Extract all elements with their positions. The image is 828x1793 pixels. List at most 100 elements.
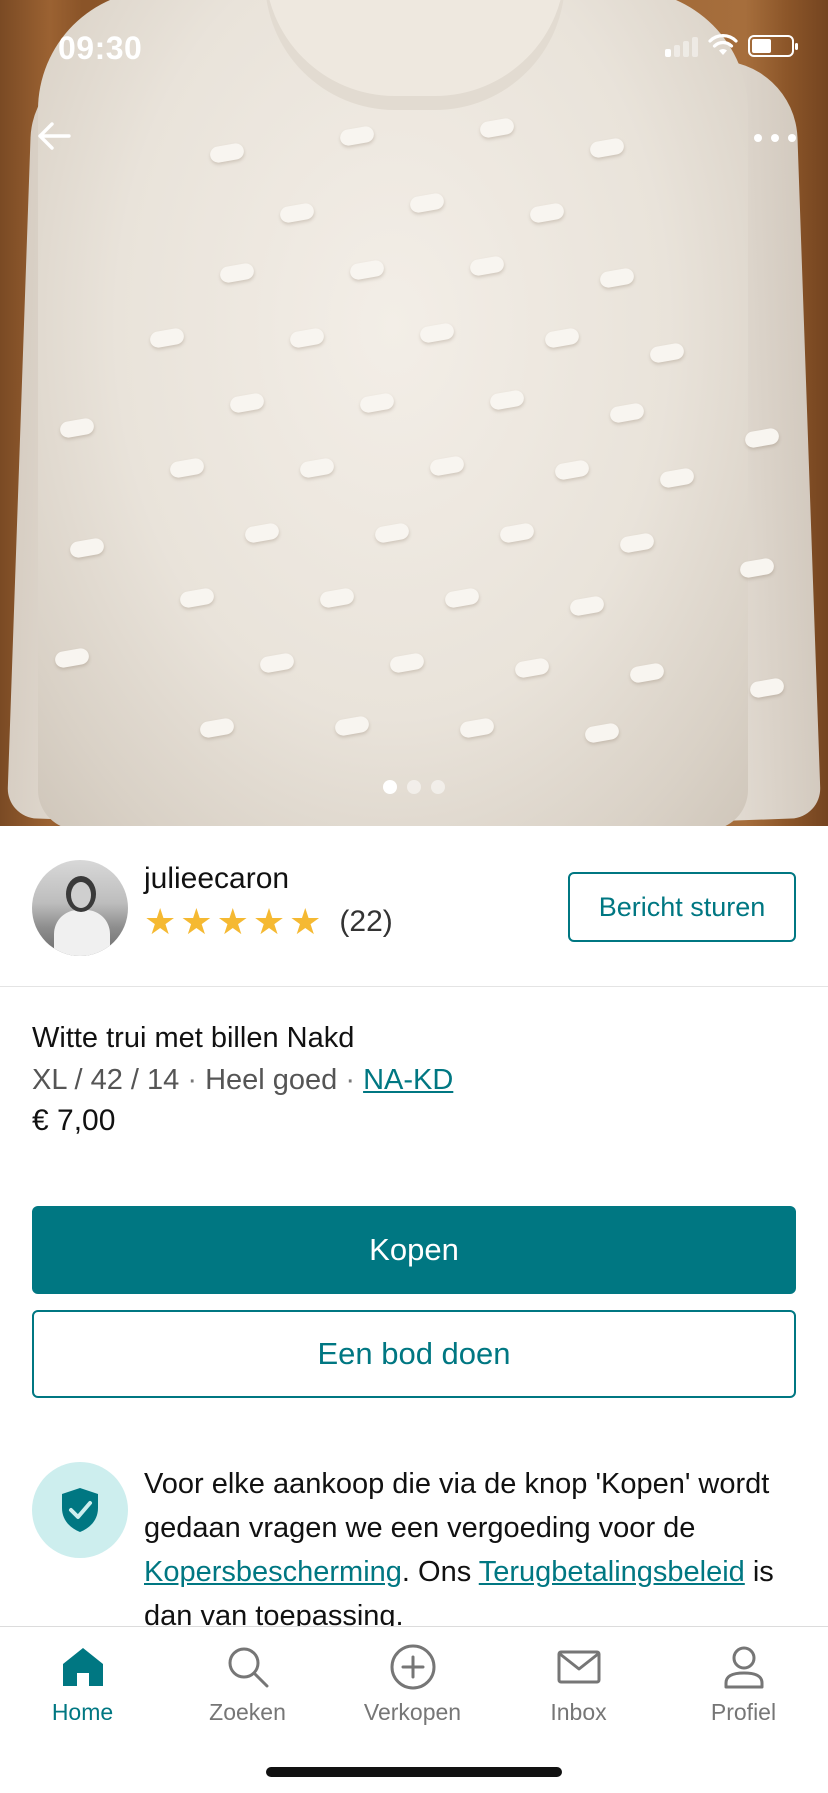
sweater-bobble (258, 652, 296, 674)
sweater-bobble (583, 722, 621, 744)
star-icon: ★ (216, 901, 249, 942)
sweater-bobble (358, 392, 396, 414)
sweater-bobble (568, 595, 606, 617)
sweater-bobble (168, 457, 206, 479)
sweater-bobble (333, 715, 371, 737)
seller-username[interactable]: julieecaron (144, 862, 289, 896)
sweater-bobble (198, 717, 236, 739)
pager-dot[interactable] (383, 780, 397, 794)
sweater-bobble (388, 652, 426, 674)
sweater-bobble (488, 389, 526, 411)
back-button[interactable] (30, 112, 78, 160)
sweater-bobble (148, 327, 186, 349)
separator: · (345, 1064, 356, 1096)
wifi-icon (708, 34, 738, 55)
battery-icon (748, 35, 798, 57)
sweater-bobble (513, 657, 551, 679)
item-price: € 7,00 (32, 1104, 116, 1137)
sweater-bobble (468, 255, 506, 277)
tab-sell[interactable]: Verkopen (330, 1627, 495, 1747)
item-condition: Heel goed (205, 1064, 338, 1096)
tab-label: Home (51, 1699, 114, 1725)
buyer-protection-link[interactable]: Kopersbescherming (144, 1556, 402, 1588)
search-icon (228, 1647, 268, 1688)
make-offer-button[interactable]: Een bod doen (32, 1310, 796, 1398)
sweater-bobble (743, 427, 781, 449)
pager-dot[interactable] (431, 780, 445, 794)
sweater-bobble (648, 342, 686, 364)
sweater-bobble (178, 587, 216, 609)
sweater-bobble (53, 647, 91, 669)
sweater-bobble (338, 125, 376, 147)
sweater-bobble (58, 417, 96, 439)
sweater-bobble (68, 537, 106, 559)
sweater-bobble (498, 522, 536, 544)
sweater-bobble (553, 459, 591, 481)
arrow-left-icon (38, 122, 71, 150)
tab-inbox[interactable]: Inbox (496, 1627, 661, 1747)
item-size: XL / 42 / 14 (32, 1064, 180, 1096)
refund-policy-link[interactable]: Terugbetalingsbeleid (479, 1556, 745, 1588)
seller-rating[interactable]: ★ ★ ★ ★ ★ (22) (144, 904, 393, 940)
sweater-bobble (318, 587, 356, 609)
sweater-bobble (528, 202, 566, 224)
sweater-bobble (243, 522, 281, 544)
sweater-bobble (373, 522, 411, 544)
star-icon: ★ (180, 901, 213, 942)
review-count: (22) (339, 905, 393, 938)
pager-dot[interactable] (407, 780, 421, 794)
item-meta: XL / 42 / 14 · Heel goed · NA-KD (32, 1064, 453, 1097)
tab-label: Verkopen (363, 1699, 462, 1725)
sweater-bobbles (0, 0, 828, 826)
sweater-bobble (443, 587, 481, 609)
status-icons (665, 34, 798, 58)
plus-circle-icon (390, 1644, 435, 1690)
user-icon (724, 1646, 763, 1689)
seller-row: julieecaron ★ ★ ★ ★ ★ (22) Bericht sture… (0, 826, 828, 987)
separator: · (187, 1064, 197, 1096)
buy-button[interactable]: Kopen (32, 1206, 796, 1294)
item-photo[interactable]: 09:30 (0, 0, 828, 826)
sweater-bobble (228, 392, 266, 414)
sweater-bobble (288, 327, 326, 349)
sweater-bobble (458, 717, 496, 739)
protection-text-part: Voor elke aankoop die via de knop 'Kopen… (144, 1468, 770, 1544)
tab-search[interactable]: Zoeken (165, 1627, 330, 1747)
sweater-bobble (658, 467, 696, 489)
signal-icon (665, 35, 698, 57)
sweater-bobble (618, 532, 656, 554)
photo-pager[interactable] (0, 780, 828, 794)
protection-text-part: . Ons (401, 1556, 479, 1588)
tab-label: Inbox (550, 1699, 607, 1725)
sweater-bobble (428, 455, 466, 477)
sweater-bobble (738, 557, 776, 579)
buyer-protection-badge (32, 1462, 128, 1558)
sweater-bobble (418, 322, 456, 344)
bottom-tab-bar: Home Zoeken Verkopen Inbox Profiel (0, 1626, 828, 1793)
sweater-bobble (478, 117, 516, 139)
tab-label: Zoeken (209, 1699, 286, 1725)
avatar[interactable] (32, 860, 128, 956)
item-title: Witte trui met billen Nakd (32, 1022, 355, 1054)
more-options-button[interactable] (750, 118, 800, 158)
sweater-bobble (298, 457, 336, 479)
tab-home[interactable]: Home (0, 1627, 165, 1747)
sweater-bobble (748, 677, 786, 699)
tab-profile[interactable]: Profiel (661, 1627, 826, 1747)
brand-link[interactable]: NA-KD (363, 1064, 453, 1096)
sweater-bobble (608, 402, 646, 424)
more-horizontal-icon (754, 134, 796, 142)
star-icon: ★ (252, 901, 286, 942)
home-icon (62, 1648, 103, 1686)
shield-check-icon (62, 1488, 98, 1532)
sweater-bobble (588, 137, 626, 159)
star-icon: ★ (144, 901, 177, 942)
sweater-bobble (278, 202, 316, 224)
sweater-bobble (408, 192, 446, 214)
sweater-bobble (218, 262, 256, 284)
sweater-bobble (543, 327, 581, 349)
buyer-protection-text: Voor elke aankoop die via de knop 'Kopen… (144, 1462, 808, 1628)
status-time: 09:30 (58, 30, 143, 66)
send-message-button[interactable]: Bericht sturen (568, 872, 796, 942)
sweater-bobble (348, 259, 386, 281)
